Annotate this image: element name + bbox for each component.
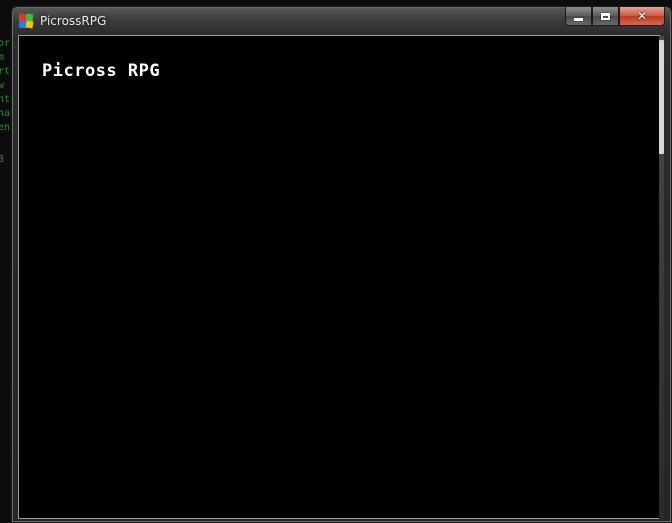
terminal-line: en <box>0 122 11 133</box>
desktop: or m rt w nt na en 3 PicrossRPG ✕ Picros… <box>0 0 672 523</box>
maximize-icon <box>601 12 610 20</box>
terminal-line: nt <box>0 94 11 105</box>
terminal-line: 3 <box>0 154 5 165</box>
minimize-icon <box>574 17 583 21</box>
game-canvas[interactable]: Picross RPG <box>18 35 660 519</box>
terminal-line: rt <box>0 66 11 77</box>
background-scrollbar[interactable] <box>659 36 664 520</box>
terminal-line: w <box>0 80 5 91</box>
window-controls: ✕ <box>565 7 665 27</box>
picross-app-icon[interactable] <box>18 13 34 29</box>
game-title: Picross RPG <box>42 61 161 81</box>
terminal-line: or <box>0 38 11 49</box>
scrollbar-thumb[interactable] <box>659 40 664 154</box>
close-button[interactable]: ✕ <box>619 7 665 26</box>
background-terminal: or m rt w nt na en 3 <box>0 36 11 176</box>
maximize-button[interactable] <box>592 7 619 26</box>
minimize-button[interactable] <box>565 7 592 26</box>
title-bar[interactable]: PicrossRPG ✕ <box>12 7 671 35</box>
close-icon: ✕ <box>636 9 648 23</box>
terminal-line: m <box>0 52 5 63</box>
terminal-line: na <box>0 108 11 119</box>
window-title: PicrossRPG <box>40 14 107 28</box>
app-window: PicrossRPG ✕ Picross RPG <box>11 6 672 523</box>
